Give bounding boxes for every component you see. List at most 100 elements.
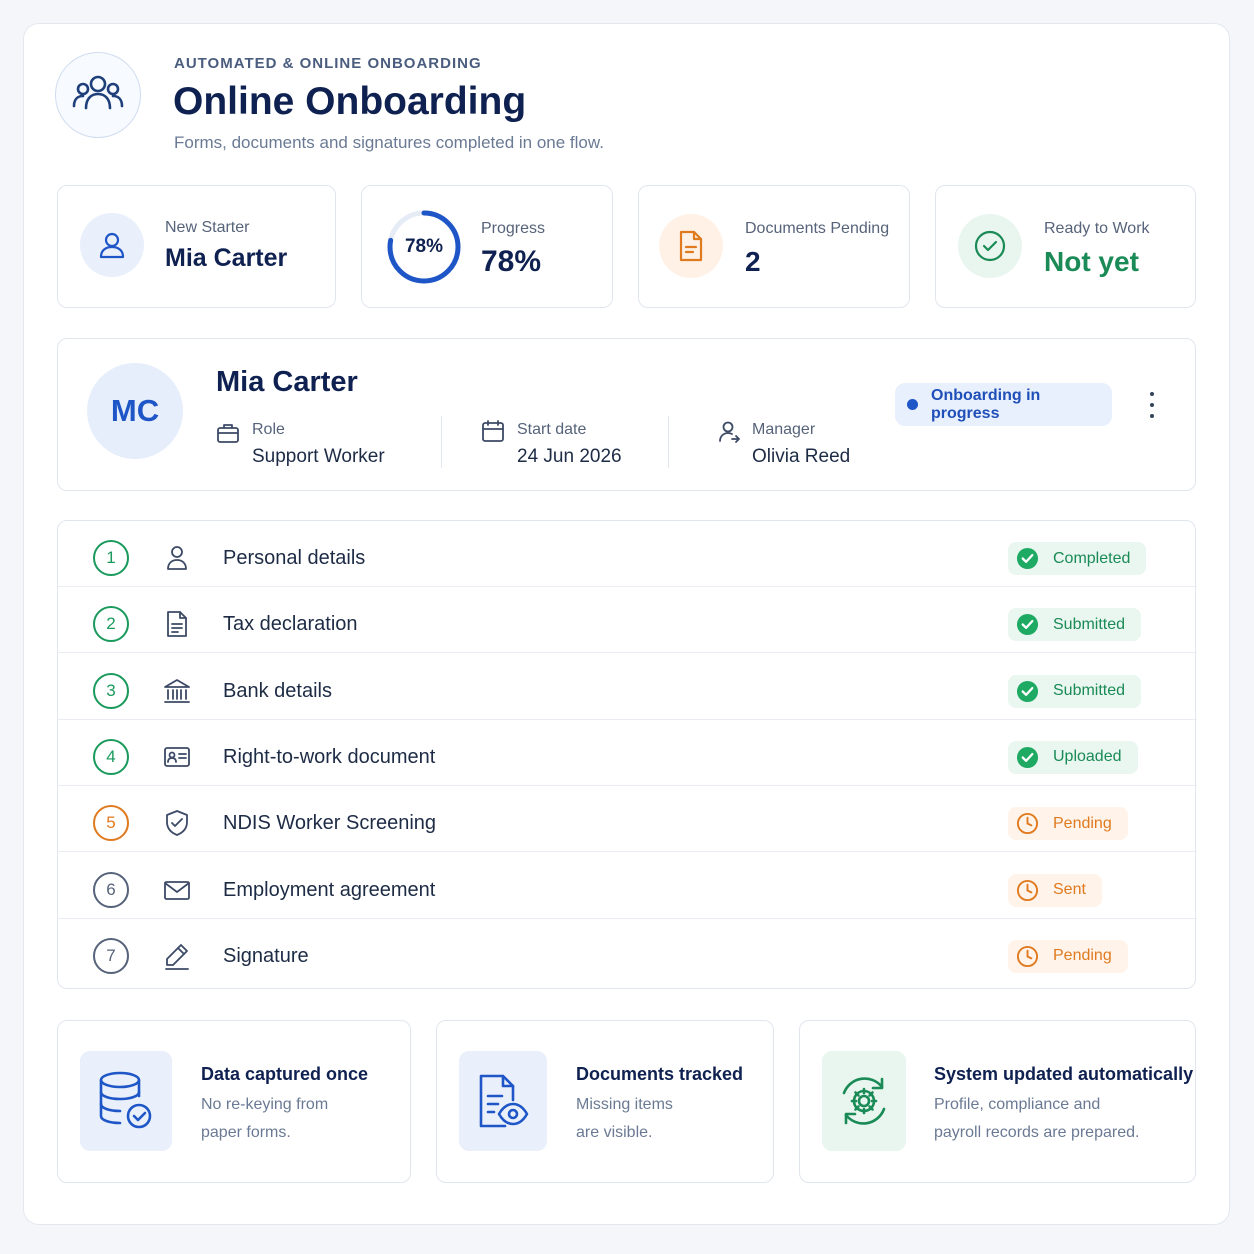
status-badge: Pending bbox=[1008, 807, 1128, 841]
step-row[interactable]: 7 Signature Pending bbox=[58, 919, 1197, 985]
status-text: Sent bbox=[1053, 881, 1086, 898]
feature-card-system: System updated automatically Profile, co… bbox=[799, 1020, 1196, 1183]
feature-text-line: paper forms. bbox=[201, 1124, 291, 1141]
check-circle-icon bbox=[1016, 614, 1039, 636]
calendar-icon bbox=[482, 420, 504, 442]
bank-icon bbox=[164, 678, 190, 703]
status-text: Pending bbox=[1053, 947, 1112, 965]
step-row[interactable]: 5 NDIS Worker Screening Pending bbox=[58, 786, 1197, 853]
eyebrow-text: AUTOMATED & ONLINE ONBOARDING bbox=[174, 55, 482, 72]
step-number: 4 bbox=[93, 738, 129, 775]
divider bbox=[668, 416, 669, 468]
status-badge-text: Onboarding in progress bbox=[931, 386, 1041, 422]
step-number: 1 bbox=[93, 540, 129, 576]
check-circle-icon bbox=[1016, 547, 1039, 570]
clock-icon bbox=[1016, 813, 1039, 835]
status-text: Submitted bbox=[1053, 615, 1126, 633]
feature-card-data: Data captured once No re-keying from pap… bbox=[57, 1020, 411, 1183]
stat-value: 78% bbox=[481, 245, 542, 278]
step-label: Employment agreement bbox=[223, 878, 436, 901]
stat-label: Ready to Work bbox=[1044, 220, 1150, 237]
feature-title: Data captured once bbox=[201, 1064, 369, 1084]
stat-label: Documents Pending bbox=[745, 220, 890, 237]
step-label: Personal details bbox=[223, 547, 366, 569]
profile-name: Mia Carter bbox=[216, 366, 358, 398]
feature-title: System updated automatically bbox=[934, 1064, 1194, 1084]
step-number: 3 bbox=[93, 672, 129, 709]
status-badge: Submitted bbox=[1008, 674, 1142, 708]
step-number: 6 bbox=[93, 871, 129, 908]
onboarding-steps: 1 Personal details Completed 2 Tax declarati… bbox=[57, 520, 1197, 989]
database-check-icon bbox=[80, 1051, 172, 1151]
start-date-label: Start date bbox=[517, 421, 587, 438]
feature-title: Documents tracked bbox=[576, 1064, 744, 1084]
step-row[interactable]: 1 Personal details Completed bbox=[58, 521, 1197, 587]
step-number: 7 bbox=[93, 937, 129, 974]
page-title: Online Onboarding bbox=[173, 80, 527, 123]
check-circle-icon bbox=[1016, 680, 1039, 702]
stat-card-ready[interactable]: Ready to Work Not yet bbox=[935, 185, 1196, 308]
status-text: Pending bbox=[1053, 814, 1112, 832]
check-circle-icon bbox=[958, 214, 1022, 278]
step-row[interactable]: 6 Employment agreement Sent bbox=[58, 853, 1197, 919]
avatar: MC bbox=[87, 363, 183, 459]
stat-card-progress[interactable]: 78% Progress 78% bbox=[361, 185, 613, 308]
users-icon bbox=[55, 52, 141, 138]
user-icon bbox=[80, 213, 144, 277]
more-options-icon[interactable] bbox=[1141, 392, 1163, 418]
stat-value: 2 bbox=[745, 246, 761, 277]
feature-text-line: No re-keying from bbox=[201, 1096, 329, 1113]
id-card-icon bbox=[164, 746, 190, 767]
step-number: 2 bbox=[93, 606, 129, 643]
clock-icon bbox=[1016, 879, 1039, 901]
role-label: Role bbox=[252, 421, 285, 438]
divider bbox=[441, 416, 442, 468]
stat-label: New Starter bbox=[165, 219, 250, 236]
stat-value: Mia Carter bbox=[165, 244, 288, 272]
status-badge: Onboarding in progress bbox=[895, 383, 1112, 426]
user-icon bbox=[167, 546, 187, 570]
clock-icon bbox=[1016, 945, 1039, 967]
status-badge: Completed bbox=[1008, 542, 1147, 575]
stat-card-documents[interactable]: Documents Pending 2 bbox=[638, 185, 910, 308]
manager-value: Olivia Reed bbox=[752, 446, 851, 467]
step-row[interactable]: 4 Right-to-work document Uploaded bbox=[58, 720, 1197, 786]
step-label: NDIS Worker Screening bbox=[223, 812, 437, 835]
shield-check-icon bbox=[166, 810, 188, 837]
status-text: Submitted bbox=[1053, 682, 1126, 700]
check-circle-icon bbox=[1016, 746, 1039, 768]
feature-text-line: are visible. bbox=[576, 1124, 653, 1141]
envelope-icon bbox=[164, 880, 190, 900]
manager-label: Manager bbox=[752, 421, 816, 438]
feature-text-line: Missing items bbox=[576, 1096, 673, 1113]
document-icon bbox=[659, 214, 723, 278]
status-badge: Uploaded bbox=[1008, 740, 1138, 774]
manager-icon bbox=[719, 421, 740, 443]
step-row[interactable]: 2 Tax declaration Submitted bbox=[58, 587, 1197, 654]
status-text: Completed bbox=[1053, 549, 1131, 567]
role-value: Support Worker bbox=[252, 446, 385, 467]
stat-label: Progress bbox=[481, 220, 546, 237]
pen-icon bbox=[165, 943, 189, 970]
feature-text-line: Profile, compliance and bbox=[934, 1096, 1101, 1113]
document-icon bbox=[167, 611, 187, 638]
page-subtitle: Forms, documents and signatures complete… bbox=[174, 133, 604, 152]
stat-card-new-starter[interactable]: New Starter Mia Carter bbox=[57, 185, 336, 308]
step-label: Tax declaration bbox=[223, 613, 358, 636]
stat-value: Not yet bbox=[1044, 246, 1139, 277]
step-label: Bank details bbox=[223, 679, 332, 702]
start-date-value: 24 Jun 2026 bbox=[517, 446, 622, 467]
status-dot bbox=[907, 399, 918, 410]
step-row[interactable]: 3 Bank details Submitted bbox=[58, 654, 1197, 720]
gear-sync-icon bbox=[822, 1051, 906, 1151]
step-label: Right-to-work document bbox=[223, 745, 436, 768]
document-eye-icon bbox=[459, 1051, 547, 1151]
step-number: 5 bbox=[93, 805, 129, 842]
progress-ring-text: 78% bbox=[404, 236, 444, 257]
status-text: Uploaded bbox=[1053, 748, 1122, 766]
status-badge: Sent bbox=[1008, 873, 1102, 907]
feature-text-line: payroll records are prepared. bbox=[934, 1124, 1140, 1141]
feature-card-documents: Documents tracked Missing items are visi… bbox=[436, 1020, 774, 1183]
status-badge: Submitted bbox=[1008, 608, 1142, 642]
briefcase-icon bbox=[217, 424, 239, 443]
